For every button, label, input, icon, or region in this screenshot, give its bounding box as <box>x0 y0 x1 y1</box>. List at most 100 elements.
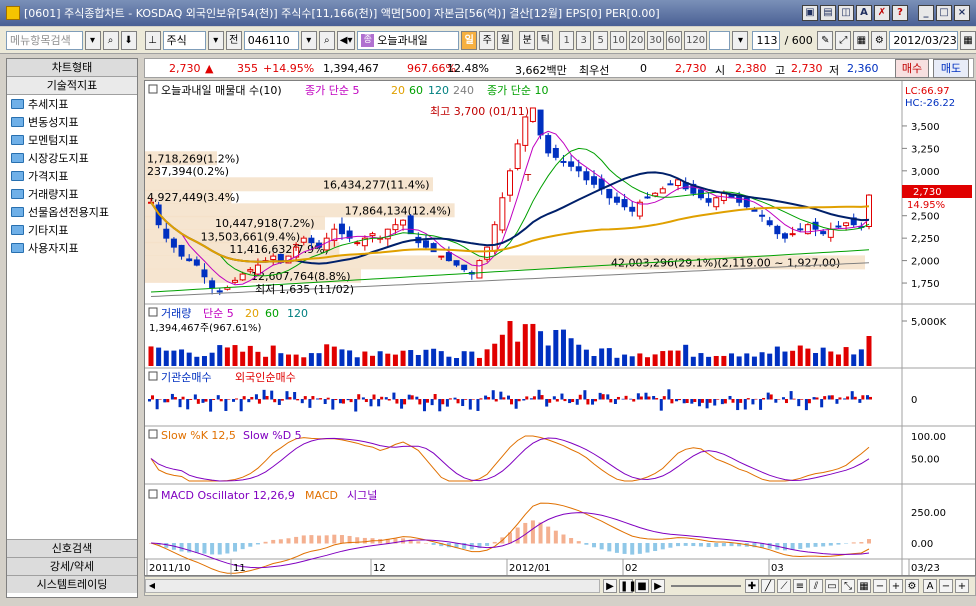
next-icon[interactable]: ▶ <box>651 579 665 593</box>
interval-30[interactable]: 30 <box>647 30 664 50</box>
pin-icon[interactable]: ⊥ <box>144 30 161 50</box>
foreign-netbuy-bar <box>670 399 674 404</box>
tab-signal-search[interactable]: 신호검색 <box>7 539 137 557</box>
fibo-tool-icon[interactable]: ≡ <box>793 579 807 593</box>
interval-3[interactable]: 3 <box>576 30 592 50</box>
play-icon[interactable]: ▶ <box>603 579 617 593</box>
interval-5[interactable]: 5 <box>593 30 609 50</box>
alert-icon[interactable]: ✗ <box>874 5 890 21</box>
institution-netbuy-bar <box>759 399 763 410</box>
search-icon[interactable]: ⌕ <box>102 30 119 50</box>
tree-item-trend[interactable]: 추세지표 <box>7 95 137 113</box>
grid-icon[interactable]: ▦ <box>857 579 871 593</box>
tool-icon-1[interactable]: ✎ <box>817 30 834 50</box>
period-tick-button[interactable]: 틱 <box>537 30 554 50</box>
institution-netbuy-bar <box>797 399 801 407</box>
panel-toggle-icon[interactable] <box>148 429 158 439</box>
tab-chart-type[interactable]: 차트형태 <box>7 59 137 77</box>
channel-tool-icon[interactable]: ⫽ <box>809 579 823 593</box>
count-input[interactable]: 113 <box>752 30 781 50</box>
download-icon[interactable]: ⬇ <box>120 30 137 50</box>
tool-icon-3[interactable]: ▦ <box>853 30 870 50</box>
copy-window-icon[interactable]: ◫ <box>838 5 854 21</box>
open-label: 시 <box>715 64 726 77</box>
period-month-button[interactable]: 월 <box>497 30 514 50</box>
speaker-icon[interactable]: ◀▾ <box>336 30 356 50</box>
interval-20[interactable]: 20 <box>628 30 646 50</box>
candle-body <box>178 244 185 257</box>
tools-icon[interactable]: ⚙ <box>905 579 919 593</box>
date-input[interactable]: 2012/03/23 <box>889 30 958 50</box>
macd-oscillator-bar <box>653 543 658 552</box>
tree-item-market-strength[interactable]: 시장강도지표 <box>7 149 137 167</box>
line-tool-icon[interactable]: ╱ <box>761 579 775 593</box>
candle-body <box>438 255 445 258</box>
code-dropdown-icon[interactable]: ▾ <box>300 30 317 50</box>
pause-icon[interactable]: ❚❚ <box>619 579 637 593</box>
maximize-icon[interactable]: □ <box>936 5 952 21</box>
trade-amount: 3,662백만 <box>515 64 567 77</box>
crosshair-icon[interactable]: ✚ <box>745 579 759 593</box>
interval-10[interactable]: 10 <box>610 30 627 50</box>
font-minus-icon[interactable]: − <box>939 579 953 593</box>
calendar-icon[interactable]: ▦ <box>960 30 976 50</box>
tab-bull-bear[interactable]: 강세/약세 <box>7 557 137 575</box>
institution-netbuy-bar <box>743 399 747 410</box>
tree-item-other[interactable]: 기타지표 <box>7 221 137 239</box>
stock-name-field[interactable]: 종 오늘과내일 <box>357 30 460 50</box>
chart-svg[interactable]: 1,718,269(1.2%)237,394(0.2%) 16,434,277(1… <box>145 81 975 575</box>
period-day-button[interactable]: 일 <box>461 30 478 50</box>
prev-button[interactable]: 전 <box>225 30 242 50</box>
close-icon[interactable]: × <box>954 5 970 21</box>
tool-icon-2[interactable]: ⤢ <box>835 30 852 50</box>
stop-icon[interactable]: ■ <box>635 579 649 593</box>
candle-body <box>407 215 414 235</box>
period-minute-button[interactable]: 분 <box>519 30 536 50</box>
chart-area[interactable]: 1,718,269(1.2%) 237,394(0.2%) 16,434,277(1… <box>144 80 976 576</box>
menu-search-input[interactable]: 메뉴항목검색 <box>6 30 83 50</box>
box-tool-icon[interactable]: ▭ <box>825 579 839 593</box>
tree-item-volume[interactable]: 거래량지표 <box>7 185 137 203</box>
tree-item-volatility[interactable]: 변동성지표 <box>7 113 137 131</box>
tree-item-futures-options[interactable]: 선물옵션전용지표 <box>7 203 137 221</box>
macd-oscillator-bar <box>530 520 535 544</box>
tree-item-momentum[interactable]: 모멘텀지표 <box>7 131 137 149</box>
stock-code-input[interactable]: 046110 <box>243 30 299 50</box>
font-smaller-icon[interactable]: A <box>923 579 937 593</box>
menu-dropdown-icon[interactable]: ▾ <box>84 30 101 50</box>
market-dropdown-icon[interactable]: ▾ <box>207 30 224 50</box>
interval-120[interactable]: 120 <box>684 30 707 50</box>
font-plus-icon[interactable]: + <box>955 579 969 593</box>
screen-link-icon[interactable]: ▣ <box>802 5 818 21</box>
interval-custom-input[interactable] <box>708 30 731 50</box>
tree-item-user[interactable]: 사용자지표 <box>7 239 137 257</box>
zoom-slider[interactable] <box>671 585 741 587</box>
interval-1[interactable]: 1 <box>559 30 575 50</box>
panel-toggle-icon[interactable] <box>148 84 158 94</box>
sell-button[interactable]: 매도 <box>933 59 969 78</box>
font-icon[interactable]: A <box>856 5 872 21</box>
help-icon[interactable]: ? <box>892 5 908 21</box>
tree-item-price[interactable]: 가격지표 <box>7 167 137 185</box>
panel-toggle-icon[interactable] <box>148 307 158 317</box>
zoom-out-icon[interactable]: − <box>873 579 887 593</box>
settings-icon[interactable]: ⚙ <box>871 30 888 50</box>
buy-button[interactable]: 매수 <box>895 59 929 78</box>
period-week-button[interactable]: 주 <box>479 30 496 50</box>
panel-toggle-icon[interactable] <box>148 371 158 381</box>
tab-system-trading[interactable]: 시스템트레이딩 <box>7 575 137 593</box>
market-select[interactable]: 주식 <box>162 30 206 50</box>
tab-technical-indicators[interactable]: 기술적지표 <box>7 77 137 95</box>
interval-60[interactable]: 60 <box>665 30 683 50</box>
minimize-icon[interactable]: _ <box>918 5 934 21</box>
zoom-in-icon[interactable]: + <box>889 579 903 593</box>
interval-dropdown-icon[interactable]: ▾ <box>732 30 749 50</box>
zoom-fit-icon[interactable]: ⤡ <box>841 579 855 593</box>
scroll-left-icon[interactable]: ◀ <box>146 580 158 592</box>
panel-toggle-icon[interactable] <box>148 489 158 499</box>
institution-netbuy-bar <box>461 399 465 407</box>
code-search-icon[interactable]: ⌕ <box>318 30 335 50</box>
chart-scrollbar[interactable]: ◀ <box>145 579 600 593</box>
trend-tool-icon[interactable]: ⟋ <box>777 579 791 593</box>
new-window-icon[interactable]: ▤ <box>820 5 836 21</box>
